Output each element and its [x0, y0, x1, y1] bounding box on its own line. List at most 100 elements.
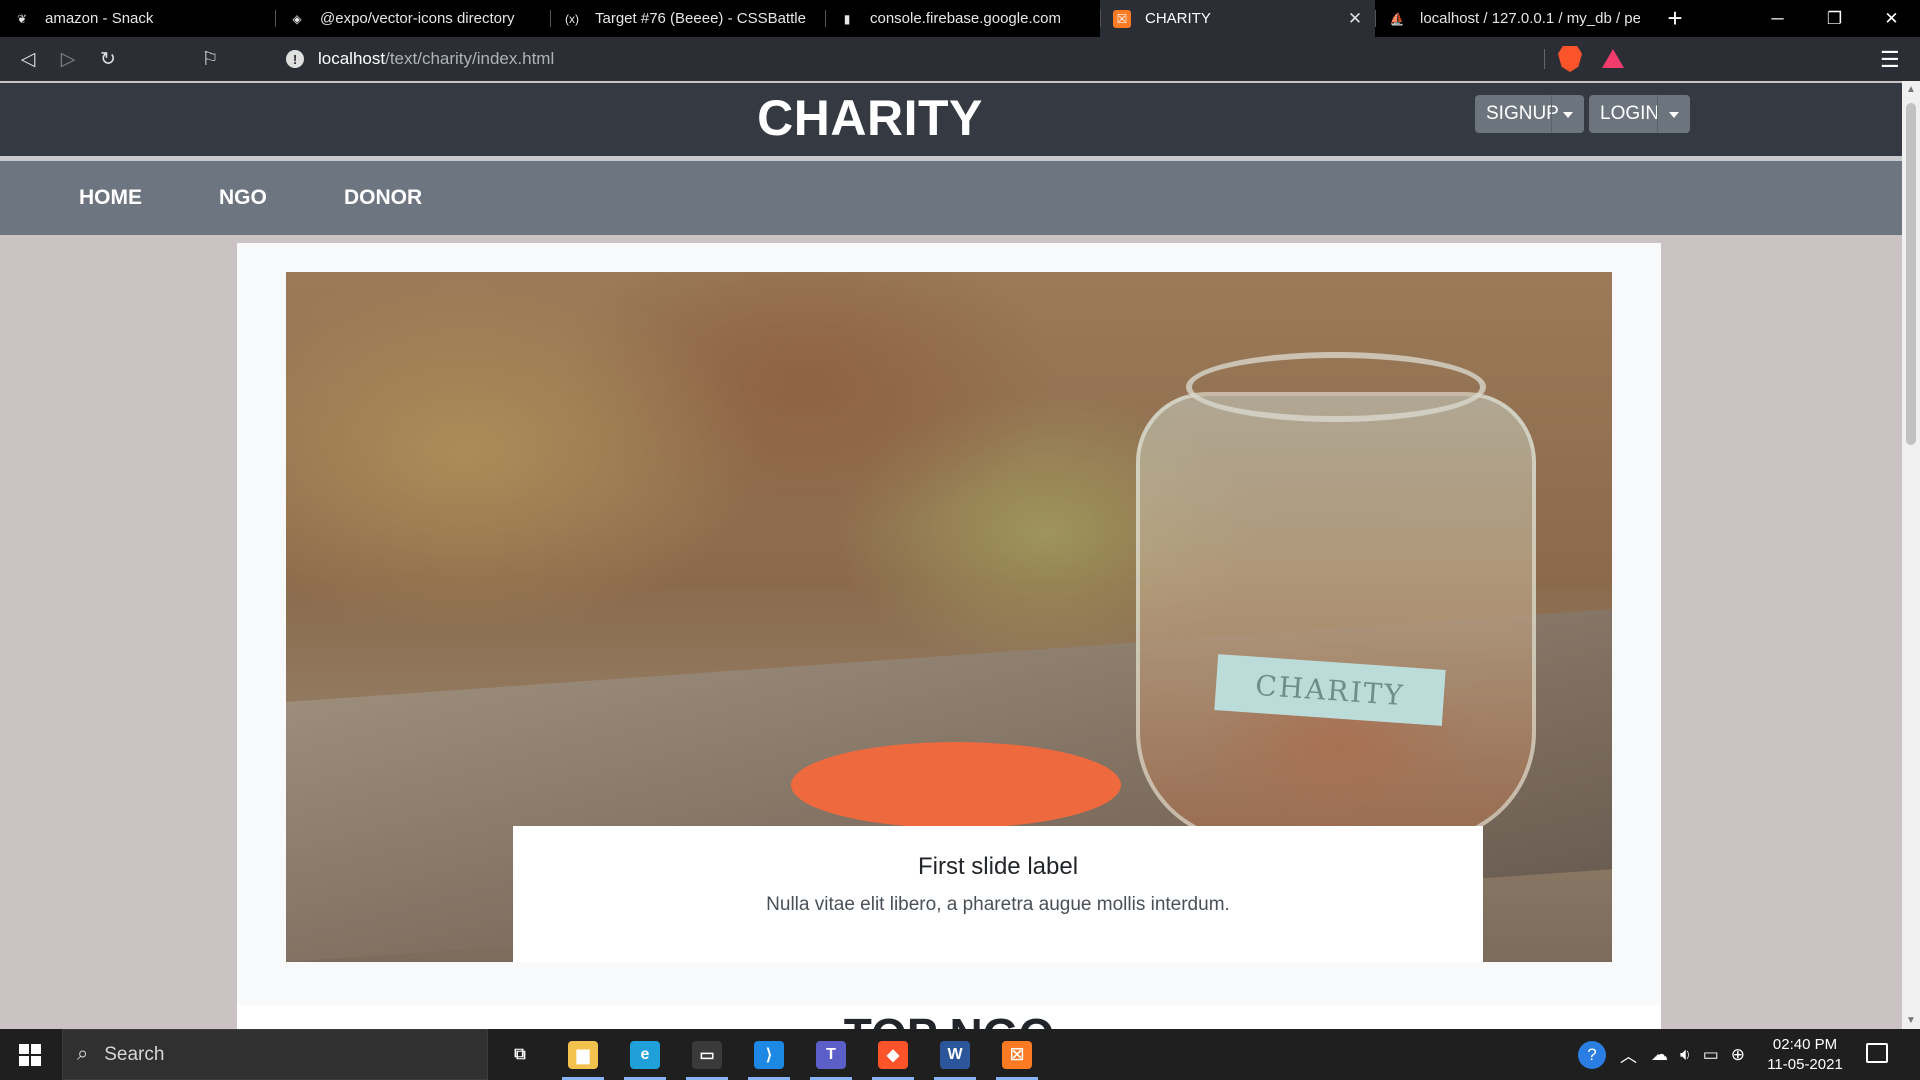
signup-dropdown-button[interactable]: SIGNUP	[1475, 95, 1584, 133]
system-tray: ? ︿ ☁ 🔉︎ ▭ ⊕	[1578, 1029, 1745, 1080]
task-view-icon: ⧉	[514, 1045, 526, 1063]
url-text[interactable]: localhost/text/charity/index.html	[318, 49, 554, 69]
taskbar-app[interactable]: ◆	[868, 1029, 918, 1080]
volume-icon[interactable]: 🔉︎	[1680, 1045, 1691, 1065]
back-icon[interactable]: ◁	[8, 37, 48, 81]
browser-toolbar: ◁ ▷ ↻ ⚐ ! localhost/text/charity/index.h…	[0, 37, 1920, 81]
tab-title: console.firebase.google.com	[870, 10, 1061, 27]
new-tab-button[interactable]: +	[1650, 0, 1700, 37]
teams-icon: T	[816, 1040, 846, 1069]
brave-rewards-icon[interactable]	[1602, 49, 1624, 68]
scrollbar-thumb[interactable]	[1906, 103, 1916, 445]
signup-label: SIGNUP	[1486, 103, 1559, 124]
taskbar-app[interactable]: ⧉	[495, 1029, 545, 1080]
chevron-up-icon[interactable]: ︿	[1620, 1042, 1637, 1067]
search-icon: ⌕	[77, 1043, 89, 1065]
taskbar-search[interactable]: ⌕ Search	[62, 1029, 488, 1080]
word-icon: W	[940, 1040, 970, 1069]
url-host: localhost	[318, 49, 386, 68]
nav-ngo[interactable]: NGO	[219, 186, 267, 210]
forward-icon[interactable]: ▷	[48, 37, 88, 81]
login-dropdown-button[interactable]: LOGIN	[1589, 95, 1690, 133]
slide-image-jar-rim	[1186, 352, 1486, 422]
windows-start-icon[interactable]	[10, 1041, 50, 1069]
network-icon[interactable]: ⊕	[1731, 1045, 1745, 1065]
edge-icon: e	[630, 1040, 660, 1069]
url-path: /text/charity/index.html	[385, 49, 555, 68]
page-scrollbar[interactable]: ▲ ▼	[1902, 81, 1920, 1029]
button-split	[1551, 95, 1552, 133]
expo-snack-icon: ❦	[13, 9, 31, 28]
taskbar-app[interactable]: ▭	[682, 1029, 732, 1080]
top-ngo-section: TOP NGO	[237, 1005, 1661, 1029]
taskbar-clock[interactable]: 02:40 PM 11-05-2021	[1760, 1035, 1850, 1075]
browser-tab[interactable]: (x) Target #76 (Beeee) - CSSBattle	[550, 0, 825, 37]
scroll-up-icon[interactable]: ▲	[1906, 84, 1916, 95]
taskbar-app[interactable]: T	[806, 1029, 856, 1080]
taskbar-app[interactable]: e	[620, 1029, 670, 1080]
file-explorer-icon: ▆	[568, 1040, 598, 1069]
browser-tab-strip: ❦ amazon - Snack ◈ @expo/vector-icons direc…	[0, 0, 1920, 37]
clock-time: 02:40 PM	[1772, 1036, 1838, 1053]
tab-title: @expo/vector-icons directory	[320, 10, 515, 27]
xampp-icon: ☒	[1113, 9, 1131, 28]
site-header: CHARITY SIGNUP LOGIN	[0, 83, 1902, 156]
page-viewport: CHARITY SIGNUP LOGIN HOME NGO DONOR CHAR…	[0, 81, 1902, 1029]
toolbar-divider	[1544, 49, 1545, 69]
brave-icon: ◆	[878, 1040, 908, 1069]
chevron-down-icon	[1669, 112, 1679, 118]
caption-text: Nulla vitae elit libero, a pharetra augu…	[766, 894, 1230, 915]
close-window-icon[interactable]: ✕	[1863, 0, 1920, 37]
slide-image-jar	[1136, 392, 1536, 842]
onedrive-icon[interactable]: ☁	[1651, 1045, 1668, 1065]
bookmark-icon[interactable]: ⚐	[190, 37, 230, 81]
terminal-icon: ▭	[692, 1040, 722, 1069]
taskbar-app[interactable]: ⟩	[744, 1029, 794, 1080]
slide-image-heart	[791, 742, 1121, 828]
minimize-icon[interactable]: ─	[1749, 0, 1806, 37]
scroll-down-icon[interactable]: ▼	[1906, 1015, 1916, 1026]
window-controls: ─ ❐ ✕	[1749, 0, 1920, 37]
login-label: LOGIN	[1600, 103, 1660, 124]
expo-icons-icon: ◈	[288, 9, 306, 28]
search-placeholder: Search	[104, 1043, 165, 1065]
carousel-caption: First slide label Nulla vitae elit liber…	[513, 826, 1483, 962]
carousel-card: CHARITY First slide label Nulla vitae el…	[237, 243, 1661, 1029]
carousel-slide[interactable]: CHARITY First slide label Nulla vitae el…	[286, 272, 1612, 962]
tab-title: CHARITY	[1145, 10, 1211, 27]
browser-tab[interactable]: ◈ @expo/vector-icons directory	[275, 0, 550, 37]
nav-donor[interactable]: DONOR	[344, 186, 422, 210]
browser-tab[interactable]: ☒ CHARITY ✕	[1100, 0, 1375, 37]
tab-title: Target #76 (Beeee) - CSSBattle	[595, 10, 806, 27]
xampp-icon: ☒	[1002, 1040, 1032, 1069]
nav-home[interactable]: HOME	[79, 186, 142, 210]
notification-icon[interactable]	[1866, 1043, 1888, 1063]
cssbattle-icon: (x)	[563, 9, 581, 28]
help-icon[interactable]: ?	[1578, 1040, 1606, 1069]
vscode-icon: ⟩	[754, 1040, 784, 1069]
windows-taskbar: ⌕ Search ⧉ ▆ e ▭ ⟩ T ◆ W ☒ ? ︿ ☁ 🔉︎ ▭ ⊕ 02:40 PM…	[0, 1029, 1920, 1080]
chevron-down-icon	[1563, 112, 1573, 118]
taskbar-app[interactable]: W	[930, 1029, 980, 1080]
button-split	[1657, 95, 1658, 133]
caption-title: First slide label	[917, 853, 1079, 880]
browser-menu-icon[interactable]: ☰	[1880, 47, 1900, 73]
reload-icon[interactable]: ↻	[88, 37, 128, 81]
taskbar-app[interactable]: ▆	[558, 1029, 608, 1080]
restore-icon[interactable]: ❐	[1806, 0, 1863, 37]
battery-icon[interactable]: ▭	[1703, 1045, 1719, 1065]
browser-tab[interactable]: ⛵ localhost / 127.0.0.1 / my_db / per	[1375, 0, 1650, 37]
address-bar[interactable]: ! localhost/text/charity/index.html	[286, 44, 1568, 74]
tab-title: localhost / 127.0.0.1 / my_db / per	[1420, 10, 1640, 27]
tab-title: amazon - Snack	[45, 10, 154, 27]
browser-tab[interactable]: ❦ amazon - Snack	[0, 0, 275, 37]
taskbar-app[interactable]: ☒	[992, 1029, 1042, 1080]
clock-date: 11-05-2021	[1767, 1056, 1843, 1073]
page-icon: ▮	[838, 9, 856, 28]
phpmyadmin-icon: ⛵	[1388, 9, 1406, 28]
site-info-icon[interactable]: !	[286, 50, 304, 68]
close-tab-icon[interactable]: ✕	[1345, 9, 1365, 29]
section-title: TOP NGO	[237, 1008, 1661, 1029]
browser-tab[interactable]: ▮ console.firebase.google.com	[825, 0, 1100, 37]
site-navbar: HOME NGO DONOR	[0, 161, 1902, 235]
